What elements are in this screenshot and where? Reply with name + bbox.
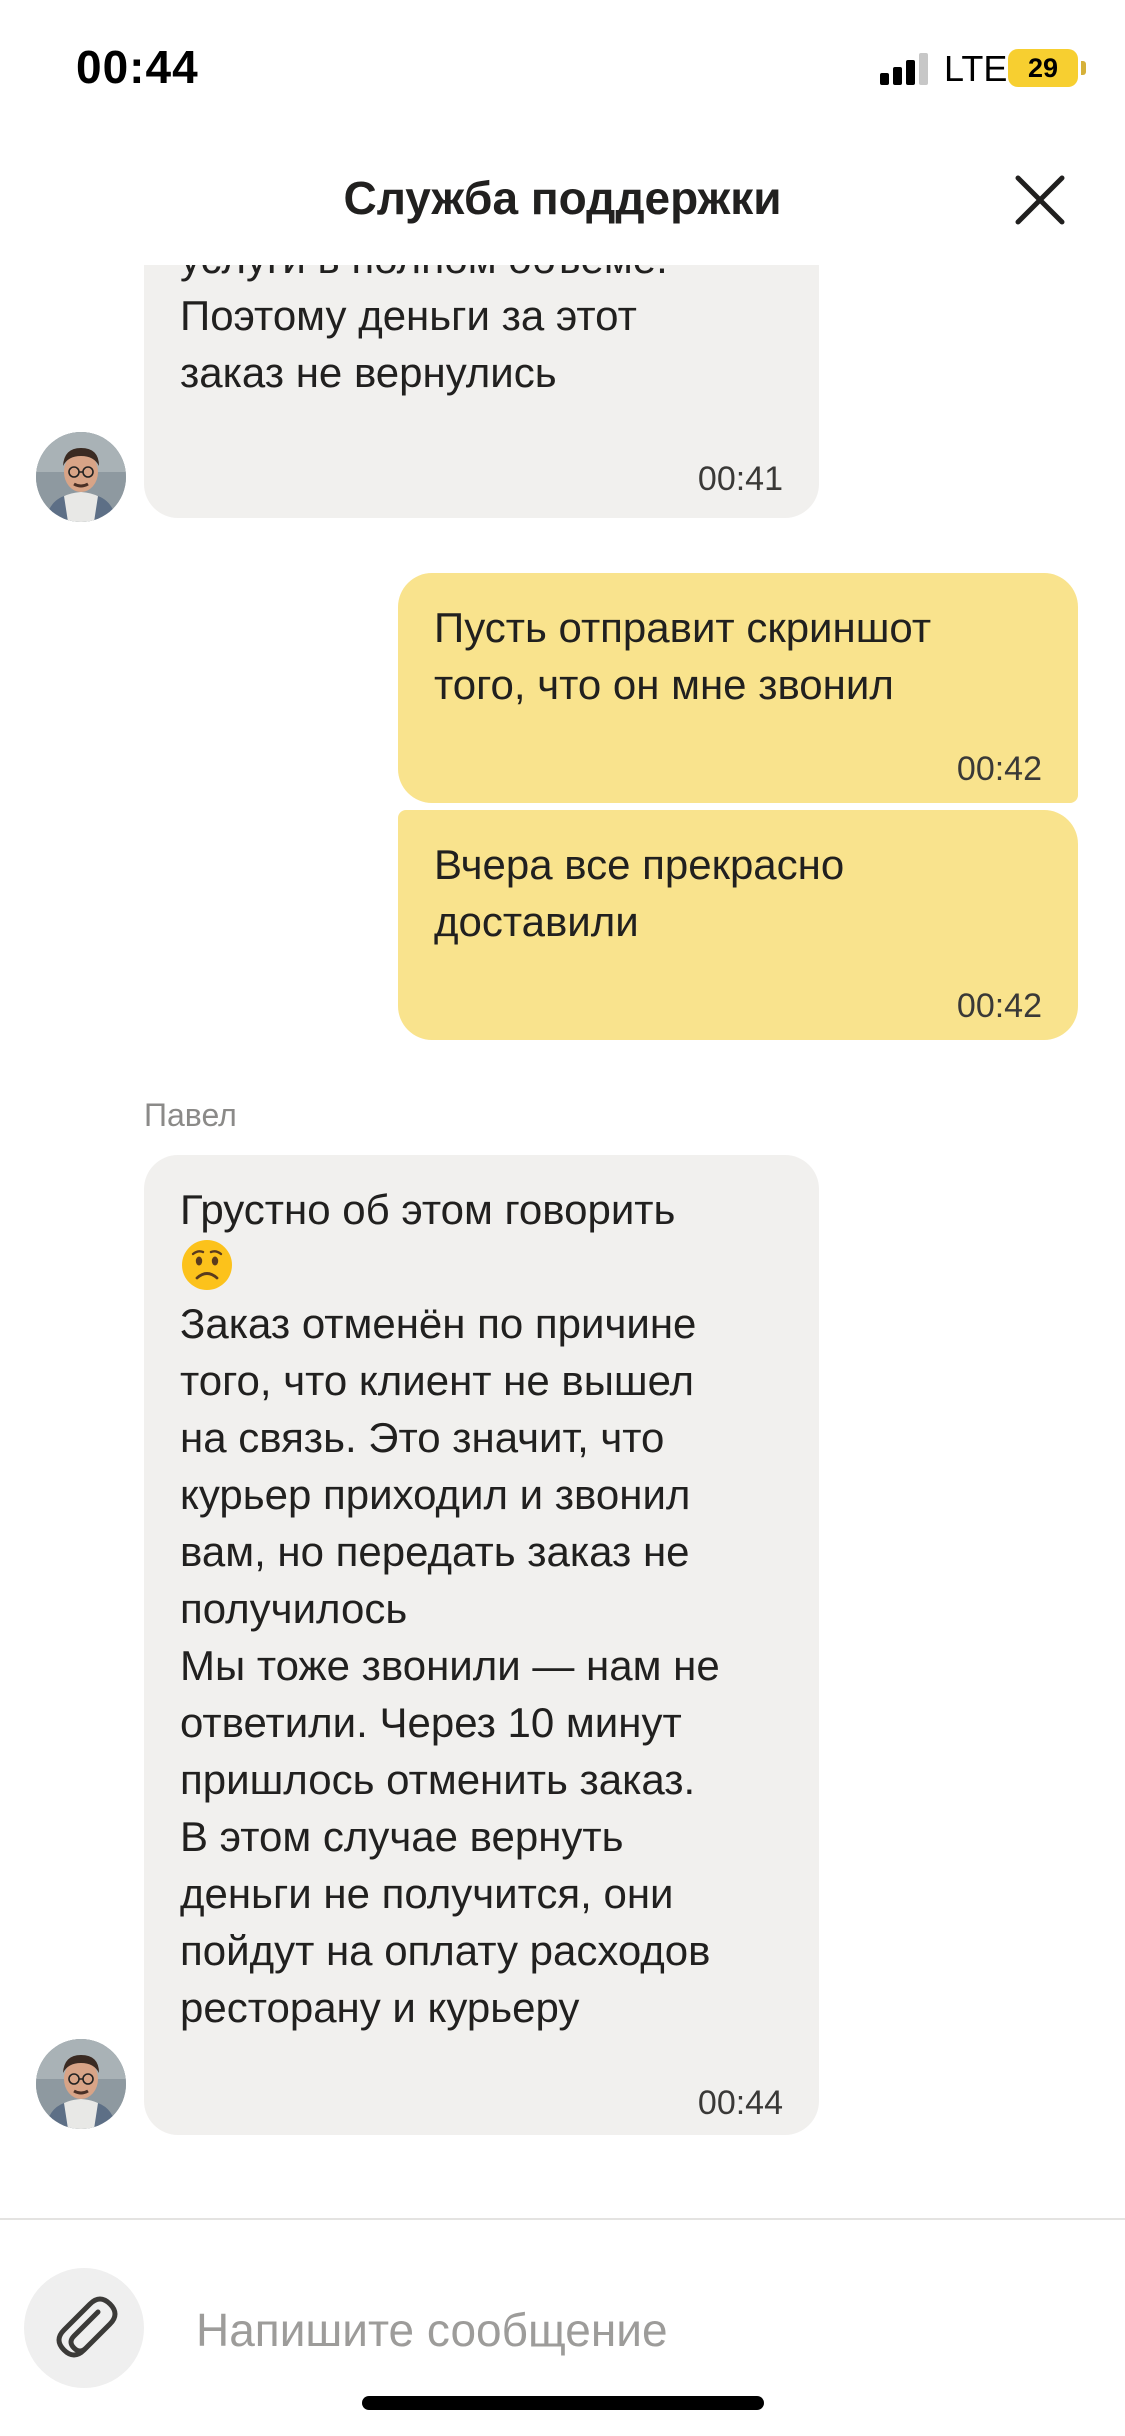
network-type: LTE	[944, 48, 1008, 89]
message-time: 00:44	[697, 2084, 783, 2122]
page-title: Служба поддержки	[343, 172, 782, 224]
status-time: 00:44	[76, 41, 199, 93]
chat-header: Служба поддержки	[0, 135, 1125, 265]
message-bubble-incoming: Грустно об этом говорить Заказ отменён п…	[144, 1155, 819, 2135]
message-bubble-outgoing: Вчера все прекрасно доставили 00:42	[398, 810, 1078, 1040]
battery-tip-icon	[1081, 61, 1086, 75]
battery-indicator: 29	[1008, 49, 1078, 87]
worried-face-emoji-icon	[182, 1240, 232, 1290]
message-bubble-outgoing: Пусть отправит скриншот того, что он мне…	[398, 573, 1078, 803]
message-text: Вчера все прекрасно доставили	[434, 841, 845, 945]
message-bubble-incoming: услуги в полном объёме. Поэтому деньги з…	[144, 265, 819, 518]
message-time: 00:42	[956, 750, 1042, 788]
message-text: Заказ отменён по причине того, что клиен…	[180, 1300, 720, 2031]
close-button[interactable]	[1010, 170, 1070, 230]
signal-strength-icon	[880, 53, 932, 85]
message-text: услуги в полном объёме. Поэтому деньги з…	[180, 265, 668, 396]
message-emoji-line	[180, 1238, 783, 1295]
message-time: 00:42	[956, 987, 1042, 1025]
composer-divider	[0, 2218, 1125, 2220]
message-text-intro: Грустно об этом говорить	[180, 1186, 676, 1233]
agent-avatar	[36, 432, 126, 522]
message-text: Пусть отправит скриншот того, что он мне…	[434, 604, 932, 708]
message-time: 00:41	[697, 460, 783, 498]
paperclip-icon	[56, 2296, 118, 2358]
attach-button[interactable]	[24, 2268, 144, 2388]
status-bar: 00:44 LTE 29	[0, 0, 1125, 135]
home-indicator[interactable]	[362, 2396, 764, 2410]
chat-messages[interactable]: услуги в полном объёме. Поэтому деньги з…	[0, 265, 1125, 2220]
message-input[interactable]	[196, 2290, 1076, 2370]
close-icon	[1015, 175, 1065, 225]
agent-avatar	[36, 2039, 126, 2129]
sender-name: Павел	[144, 1097, 237, 1133]
